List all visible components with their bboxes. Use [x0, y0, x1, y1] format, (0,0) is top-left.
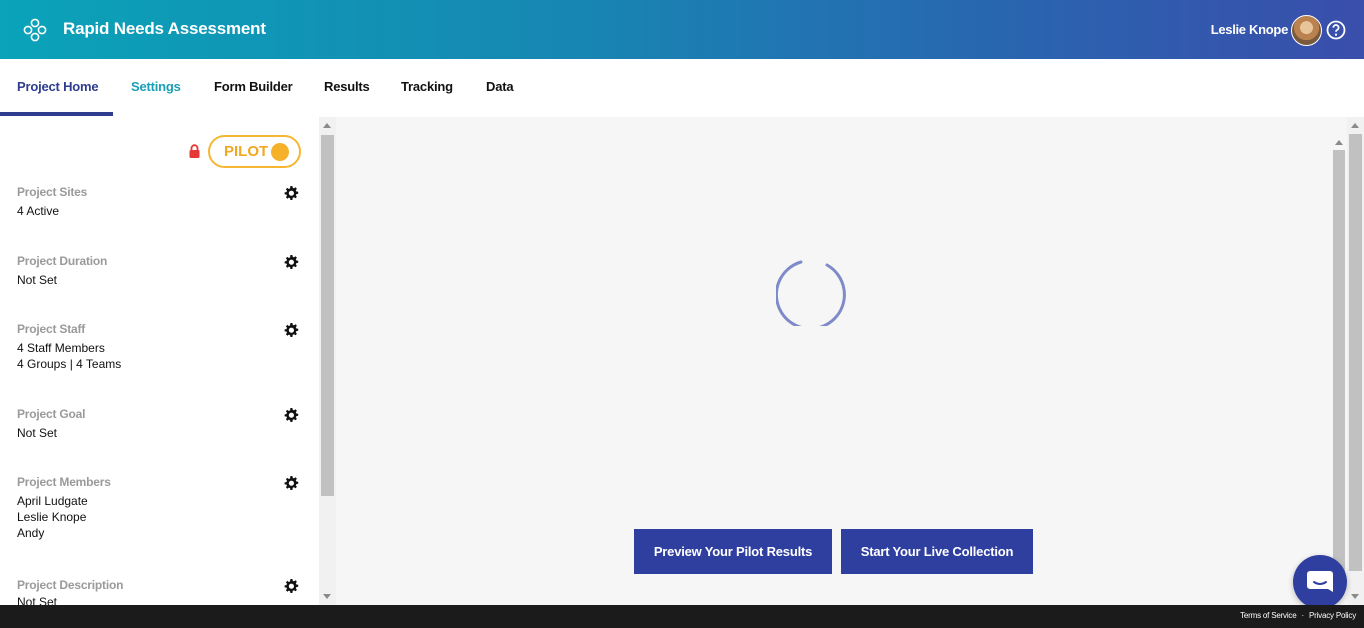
- gear-icon[interactable]: [283, 254, 299, 270]
- section-project-sites: Project Sites 4 Active: [17, 185, 307, 219]
- section-value: Not Set: [17, 426, 58, 440]
- tab-project-home[interactable]: Project Home: [17, 79, 99, 94]
- tab-data[interactable]: Data: [486, 79, 514, 94]
- section-project-staff: Project Staff 4 Staff Members 4 Groups |…: [17, 322, 307, 372]
- member-name: Leslie Knope: [17, 510, 87, 524]
- footer: Terms of Service · Privacy Policy: [0, 605, 1364, 628]
- scroll-up-arrow-icon[interactable]: [323, 123, 331, 128]
- section-project-description: Project Description Not Set: [17, 578, 307, 605]
- gear-icon[interactable]: [283, 407, 299, 423]
- tab-results[interactable]: Results: [324, 79, 370, 94]
- section-value: Not Set: [17, 273, 58, 287]
- start-live-collection-button[interactable]: Start Your Live Collection: [841, 529, 1033, 574]
- pilot-status-badge[interactable]: PILOT: [208, 135, 301, 168]
- groups-teams-count: 4 Groups | 4 Teams: [17, 357, 122, 371]
- gear-icon[interactable]: [283, 322, 299, 338]
- left-panel-scrollbar[interactable]: [319, 117, 336, 605]
- pilot-status-dot: [271, 143, 289, 161]
- section-label: Project Duration: [17, 254, 108, 268]
- section-project-duration: Project Duration Not Set: [17, 254, 307, 288]
- lock-icon: [189, 144, 200, 158]
- project-settings-panel: PILOT Project Sites 4 Active Project Dur…: [0, 117, 336, 605]
- scrollbar-thumb[interactable]: [1333, 150, 1345, 571]
- section-value: 4 Active: [17, 204, 60, 218]
- section-project-members: Project Members April Ludgate Leslie Kno…: [17, 475, 307, 541]
- preview-pilot-results-button[interactable]: Preview Your Pilot Results: [634, 529, 832, 574]
- gear-icon[interactable]: [283, 578, 299, 594]
- page-scrollbar[interactable]: [1347, 117, 1364, 605]
- section-value: April Ludgate Leslie Knope Andy: [17, 493, 307, 541]
- avatar[interactable]: [1291, 15, 1322, 46]
- user-name[interactable]: Leslie Knope: [1211, 22, 1289, 37]
- active-tab-indicator: [0, 112, 113, 116]
- terms-of-service-link[interactable]: Terms of Service: [1240, 611, 1297, 620]
- section-label: Project Goal: [17, 407, 86, 421]
- tab-bar: Project Home Settings Form Builder Resul…: [0, 59, 1364, 117]
- app-title: Rapid Needs Assessment: [63, 19, 266, 38]
- scrollbar-thumb[interactable]: [1349, 134, 1362, 571]
- staff-members-count: 4 Staff Members: [17, 341, 105, 355]
- tab-tracking[interactable]: Tracking: [401, 79, 453, 94]
- privacy-policy-link[interactable]: Privacy Policy: [1309, 611, 1356, 620]
- member-name: April Ludgate: [17, 494, 88, 508]
- section-value: Not Set: [17, 595, 58, 605]
- results-preview-panel: Preview Your Pilot Results Start Your Li…: [336, 117, 1364, 605]
- app-logo-icon[interactable]: [22, 17, 48, 43]
- loading-spinner-icon: [776, 260, 846, 326]
- scroll-down-arrow-icon[interactable]: [1351, 594, 1359, 599]
- section-label: Project Staff: [17, 322, 86, 336]
- section-project-goal: Project Goal Not Set: [17, 407, 307, 441]
- member-name: Andy: [17, 526, 45, 540]
- chat-launcher-button[interactable]: [1293, 555, 1347, 609]
- gear-icon[interactable]: [283, 185, 299, 201]
- scroll-down-arrow-icon[interactable]: [323, 594, 331, 599]
- gear-icon[interactable]: [283, 475, 299, 491]
- section-label: Project Description: [17, 578, 124, 592]
- section-value: 4 Staff Members 4 Groups | 4 Teams: [17, 340, 307, 372]
- scroll-up-arrow-icon[interactable]: [1351, 123, 1359, 128]
- section-label: Project Sites: [17, 185, 88, 199]
- chat-icon: [1307, 571, 1333, 592]
- pilot-label: PILOT: [224, 143, 269, 160]
- scroll-up-arrow-icon[interactable]: [1335, 140, 1343, 145]
- section-label: Project Members: [17, 475, 111, 489]
- help-icon[interactable]: [1326, 20, 1346, 40]
- footer-links: Terms of Service · Privacy Policy: [1237, 611, 1356, 620]
- scrollbar-thumb[interactable]: [321, 135, 334, 496]
- footer-separator: ·: [1301, 611, 1305, 620]
- app-header: Rapid Needs Assessment Leslie Knope: [0, 0, 1364, 59]
- tab-settings[interactable]: Settings: [131, 79, 181, 94]
- tab-form-builder[interactable]: Form Builder: [214, 79, 293, 94]
- content-scrollbar[interactable]: [1332, 134, 1346, 571]
